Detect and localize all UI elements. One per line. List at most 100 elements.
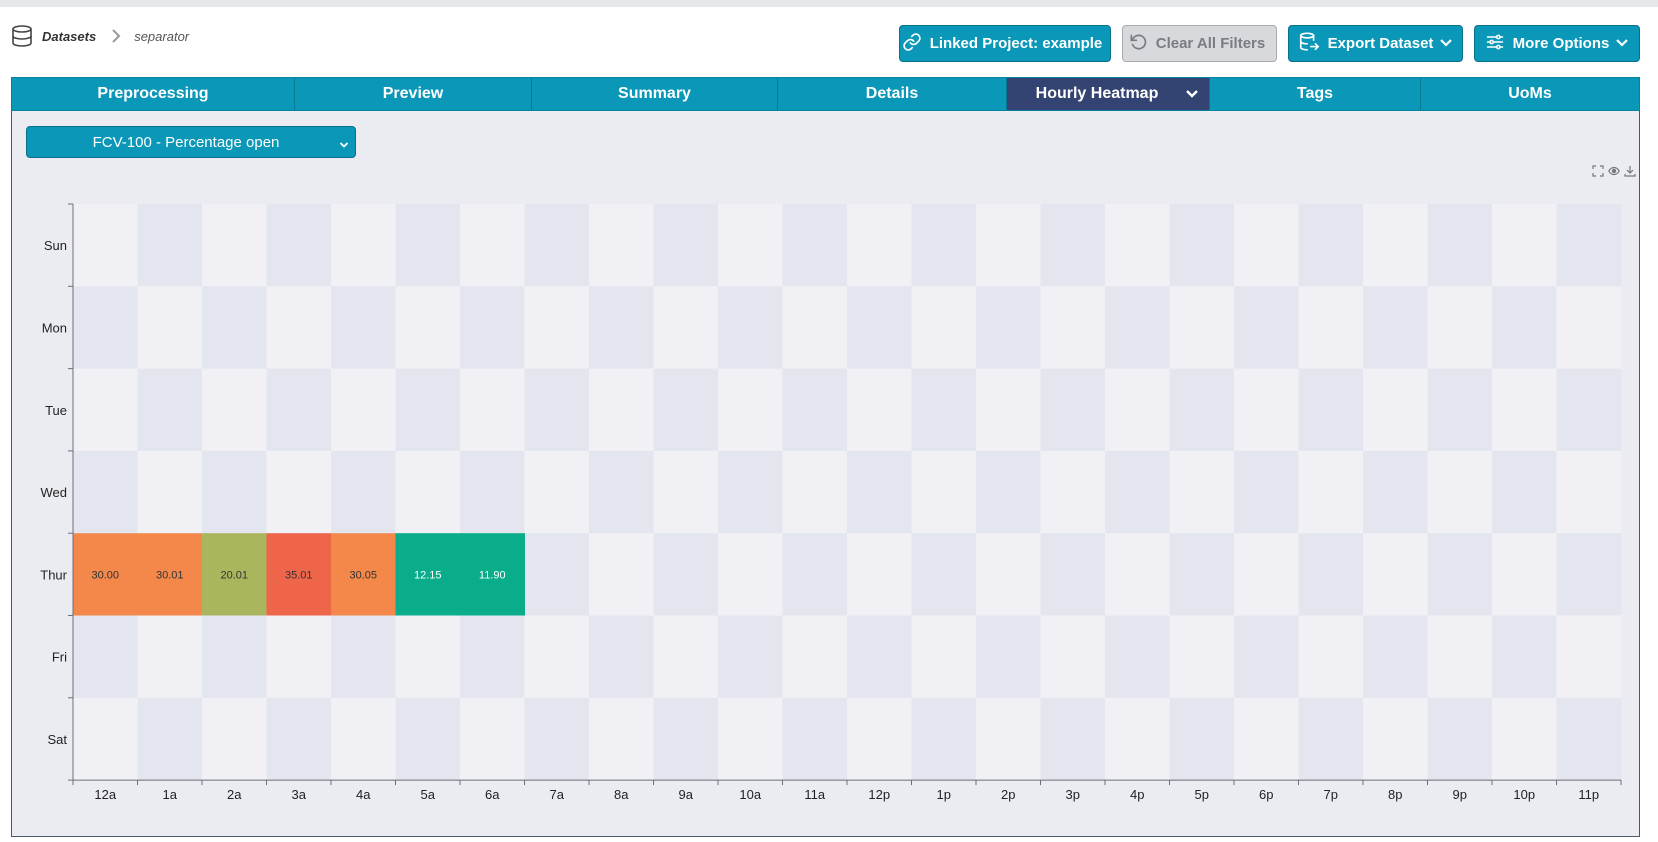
x-tick-label: 9a (679, 787, 694, 802)
heatmap-bg-cell (1105, 450, 1170, 534)
chevron-down-icon (1615, 35, 1629, 52)
heatmap-bg-cell (911, 533, 977, 616)
heatmap-bg-cell (1492, 204, 1557, 287)
heatmap-bg-cell (653, 533, 719, 616)
heatmap-bg-cell (911, 697, 977, 781)
heatmap-bg-cell (73, 615, 138, 699)
heatmap-chart: 30.00 30.01 20.01 35.01 30.05 12.15 11.90 Sun Mo… (12, 111, 1639, 842)
heatmap-bg-cell (1105, 286, 1170, 370)
x-tick-label: 10p (1513, 787, 1535, 802)
heatmap-bg-cell (976, 286, 1041, 370)
x-tick-label: 7a (550, 787, 565, 802)
chevron-right-icon (110, 29, 122, 43)
tab-details[interactable]: Details (778, 78, 1007, 110)
tab-summary[interactable]: Summary (532, 78, 778, 110)
x-tick-label: 1p (937, 787, 951, 802)
heatmap-bg-cell (847, 204, 912, 287)
x-tick-label: 3a (292, 787, 307, 802)
x-tick-label: 7p (1324, 787, 1338, 802)
tab-preprocessing[interactable]: Preprocessing (12, 78, 295, 110)
heatmap-bg-cell (718, 204, 783, 287)
heatmap-cell-label: 11.90 (479, 569, 506, 581)
tab-label: UoMs (1508, 85, 1552, 102)
heatmap-bg-cell (1556, 286, 1622, 370)
heatmap-bg-cell (1298, 533, 1364, 616)
heatmap-bg-cell (1234, 286, 1299, 370)
sliders-icon (1485, 32, 1505, 56)
x-tick-label: 6a (485, 787, 500, 802)
heatmap-bg-cell (331, 450, 396, 534)
more-options-button[interactable]: More Options (1474, 25, 1640, 62)
breadcrumb: Datasets separator (10, 24, 189, 48)
heatmap-bg-cell (976, 697, 1041, 781)
heatmap-bg-cell (331, 286, 396, 370)
heatmap-bg-cell (1169, 204, 1235, 287)
heatmap-bg-cell (1556, 697, 1622, 781)
x-tick-label: 3p (1066, 787, 1080, 802)
linked-project-label: Linked Project: example (929, 35, 1103, 52)
heatmap-bg-cell (589, 533, 654, 616)
heatmap-bg-cell (1040, 286, 1106, 370)
heatmap-bg-cell (1427, 286, 1493, 370)
x-tick-label: 9p (1453, 787, 1467, 802)
heatmap-bg-cell (1492, 450, 1557, 534)
tab-label: Summary (618, 85, 691, 102)
tab-bar: Preprocessing Preview Summary Details Ho… (11, 77, 1640, 111)
linked-project-button[interactable]: Linked Project: example (899, 25, 1111, 62)
heatmap-bg-cell (718, 286, 783, 370)
export-dataset-label: Export Dataset (1327, 35, 1434, 52)
y-tick-label: Sat (47, 732, 67, 747)
heatmap-bg-cell (460, 204, 525, 287)
heatmap-bg-cell (1234, 368, 1299, 452)
heatmap-bg-cell (524, 286, 590, 370)
heatmap-bg-cell (137, 286, 203, 370)
heatmap-bg-cell (137, 450, 203, 534)
heatmap-bg-cell (1040, 533, 1106, 616)
tab-tags[interactable]: Tags (1210, 78, 1421, 110)
heatmap-bg-cell (1234, 204, 1299, 287)
heatmap-bg-cell (266, 368, 332, 452)
tab-hourly-heatmap[interactable]: Hourly Heatmap (1007, 78, 1210, 110)
export-dataset-button[interactable]: Export Dataset (1288, 25, 1463, 62)
y-tick-label: Tue (45, 403, 67, 418)
breadcrumb-datasets-link[interactable]: Datasets (42, 29, 96, 44)
heatmap-bg-cell (1040, 368, 1106, 452)
heatmap-bg-cell (202, 204, 267, 287)
heatmap-bg-cell (202, 286, 267, 370)
clear-filters-button[interactable]: Clear All Filters (1122, 25, 1277, 62)
heatmap-bg-cell (266, 204, 332, 287)
heatmap-bg-cell (718, 533, 783, 616)
heatmap-bg-cell (976, 450, 1041, 534)
heatmap-bg-cell (1427, 450, 1493, 534)
heatmap-bg-cell (460, 450, 525, 534)
tab-label: Hourly Heatmap (1035, 85, 1159, 102)
heatmap-bg-cell (589, 204, 654, 287)
heatmap-bg-cell (73, 368, 138, 452)
heatmap-bg-cell (1234, 450, 1299, 534)
y-tick-label: Thur (40, 567, 67, 582)
tab-label: Details (865, 85, 919, 102)
window-top-strip (0, 0, 1658, 7)
chevron-down-icon[interactable] (1185, 87, 1199, 106)
y-tick-label: Wed (41, 485, 68, 500)
heatmap-bg-cell (1492, 697, 1557, 781)
heatmap-bg-cell (782, 450, 848, 534)
heatmap-bg-cell (911, 204, 977, 287)
heatmap-bg-cell (1169, 286, 1235, 370)
heatmap-bg-cell (653, 204, 719, 287)
heatmap-bg-cell (653, 368, 719, 452)
heatmap-bg-cell (718, 615, 783, 699)
tab-preview[interactable]: Preview (295, 78, 532, 110)
heatmap-bg-cell (1298, 368, 1364, 452)
heatmap-bg-cell (202, 615, 267, 699)
heatmap-bg-cell (202, 368, 267, 452)
heatmap-bg-cell (524, 697, 590, 781)
heatmap-bg-cell (1169, 615, 1235, 699)
tab-uoms[interactable]: UoMs (1421, 78, 1639, 110)
heatmap-bg-cell (589, 615, 654, 699)
heatmap-bg-cell (266, 286, 332, 370)
heatmap-cell-label: 30.00 (91, 569, 119, 581)
database-icon (10, 24, 34, 48)
heatmap-bg-cell (524, 533, 590, 616)
heatmap-bg-cell (1556, 368, 1622, 452)
